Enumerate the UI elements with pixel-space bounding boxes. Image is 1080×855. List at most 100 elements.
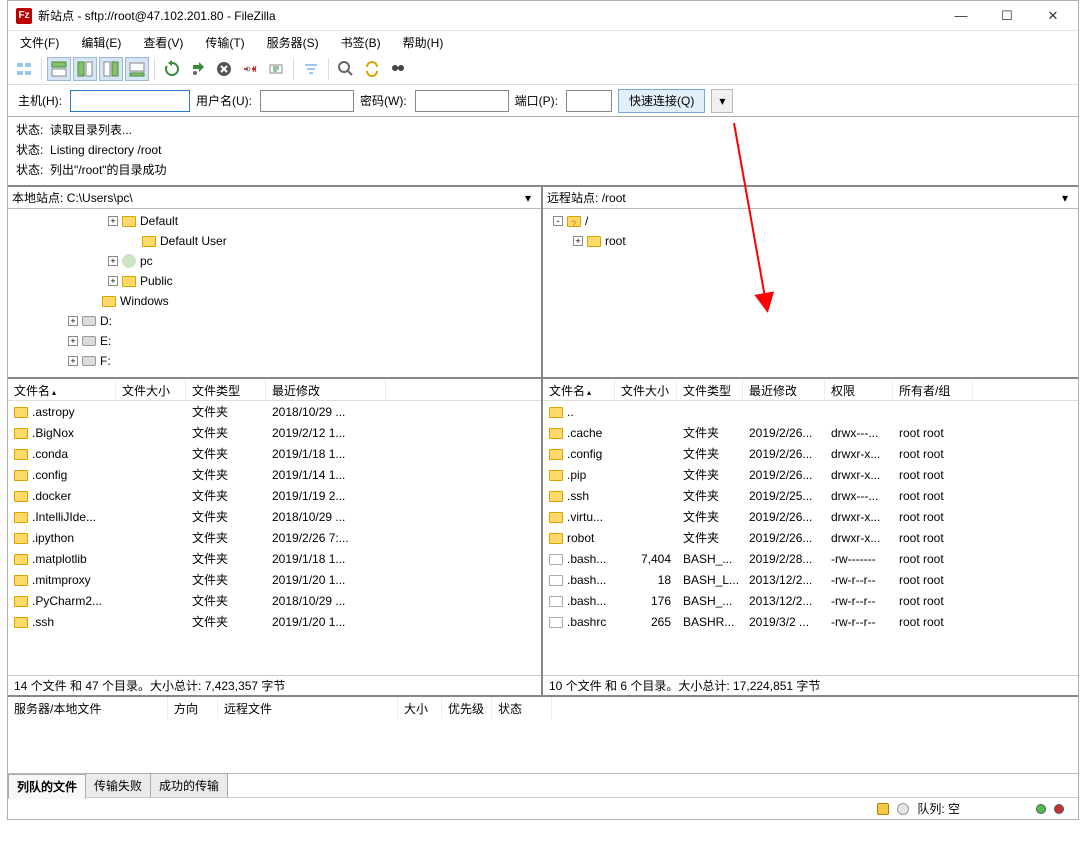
file-row[interactable]: .PyCharm2...文件夹2018/10/29 ... [8,590,541,611]
close-button[interactable]: ✕ [1030,2,1076,30]
cancel-icon[interactable] [212,57,236,81]
filter-icon[interactable] [299,57,323,81]
menubar: 文件(F) 编辑(E) 查看(V) 传输(T) 服务器(S) 书签(B) 帮助(… [8,31,1078,53]
col-type[interactable]: 文件类型 [677,379,743,400]
user-label: 用户名(U): [196,92,252,109]
col-size[interactable]: 文件大小 [615,379,677,400]
file-row[interactable]: robot文件夹2019/2/26...drwxr-x...root root [543,527,1078,548]
minimize-button[interactable]: — [938,2,984,30]
toggle-queue-icon[interactable] [125,57,149,81]
col-size[interactable]: 文件大小 [116,379,186,400]
tree-item[interactable]: +pc [12,251,537,271]
globe-icon[interactable] [897,803,909,815]
remote-path-input[interactable] [602,188,1056,208]
file-row[interactable]: .bash...7,404BASH_...2019/2/28...-rw----… [543,548,1078,569]
menu-server[interactable]: 服务器(S) [261,33,325,52]
pass-input[interactable] [415,90,509,112]
col-owner[interactable]: 所有者/组 [893,379,973,400]
reconnect-icon[interactable] [264,57,288,81]
tree-item[interactable]: +E: [12,331,537,351]
file-row[interactable]: .bash...176BASH_...2013/12/2...-rw-r--r-… [543,590,1078,611]
tab-queued[interactable]: 列队的文件 [8,774,86,799]
col-perms[interactable]: 权限 [825,379,893,400]
file-row[interactable]: .ipython文件夹2019/2/26 7:... [8,527,541,548]
maximize-button[interactable]: ☐ [984,2,1030,30]
file-row[interactable]: .bash...18BASH_L...2013/12/2...-rw-r--r-… [543,569,1078,590]
chevron-down-icon[interactable]: ▾ [1056,191,1074,205]
menu-bookmarks[interactable]: 书签(B) [335,33,387,52]
file-row[interactable]: .ssh文件夹2019/2/25...drwx---...root root [543,485,1078,506]
tree-item[interactable]: +D: [12,311,537,331]
search-icon[interactable] [386,57,410,81]
file-row[interactable]: .. [543,401,1078,422]
file-row[interactable]: .astropy文件夹2018/10/29 ... [8,401,541,422]
quick-connect-button[interactable]: 快速连接(Q) [618,89,705,113]
local-status: 14 个文件 和 47 个目录。大小总计: 7,423,357 字节 [8,675,541,695]
sync-browse-icon[interactable] [360,57,384,81]
tree-item[interactable]: +Public [12,271,537,291]
remote-file-list[interactable]: ...cache文件夹2019/2/26...drwx---...root ro… [543,401,1078,675]
window-title: 新站点 - sftp://root@47.102.201.80 - FileZi… [38,7,938,24]
file-row[interactable]: .config文件夹2019/2/26...drwxr-x...root roo… [543,443,1078,464]
file-row[interactable]: .BigNox文件夹2019/2/12 1... [8,422,541,443]
file-row[interactable]: .mitmproxy文件夹2019/1/20 1... [8,569,541,590]
file-row[interactable]: .IntelliJIde...文件夹2018/10/29 ... [8,506,541,527]
sort-asc-icon: ▴ [52,388,56,397]
tree-item[interactable]: +F: [12,351,537,371]
quick-connect-dropdown[interactable]: ▾ [711,89,733,113]
user-input[interactable] [260,90,354,112]
col-name[interactable]: 文件名▴ [8,379,116,400]
remote-site-row: 远程站点: ▾ [543,187,1078,209]
menu-edit[interactable]: 编辑(E) [75,33,127,52]
local-path-input[interactable] [67,188,519,208]
local-file-list[interactable]: .astropy文件夹2018/10/29 ....BigNox文件夹2019/… [8,401,541,675]
chevron-down-icon[interactable]: ▾ [519,191,537,205]
col-modified[interactable]: 最近修改 [743,379,825,400]
disconnect-icon[interactable] [238,57,262,81]
compare-icon[interactable] [334,57,358,81]
file-row[interactable]: .conda文件夹2019/1/18 1... [8,443,541,464]
local-list-header: 文件名▴ 文件大小 文件类型 最近修改 [8,379,541,401]
file-row[interactable]: .virtu...文件夹2019/2/26...drwxr-x...root r… [543,506,1078,527]
tree-item[interactable]: +root [547,231,1074,251]
queue-header: 服务器/本地文件 方向 远程文件 大小 优先级 状态 [8,697,1078,719]
file-row[interactable]: .config文件夹2019/1/14 1... [8,464,541,485]
refresh-icon[interactable] [160,57,184,81]
app-window: Fz 新站点 - sftp://root@47.102.201.80 - Fil… [7,0,1079,820]
menu-transfer[interactable]: 传输(T) [199,33,250,52]
tab-success[interactable]: 成功的传输 [150,773,228,798]
col-type[interactable]: 文件类型 [186,379,266,400]
tree-item[interactable]: Windows [12,291,537,311]
queue-tabs: 列队的文件 传输失败 成功的传输 [8,773,1078,797]
host-input[interactable] [70,90,190,112]
file-row[interactable]: .docker文件夹2019/1/19 2... [8,485,541,506]
file-row[interactable]: .ssh文件夹2019/1/20 1... [8,611,541,632]
footer: 队列: 空 [8,797,1078,819]
toggle-log-icon[interactable] [47,57,71,81]
process-queue-icon[interactable] [186,57,210,81]
tab-failed[interactable]: 传输失败 [85,773,151,798]
file-row[interactable]: .bashrc265BASHR...2019/3/2 ...-rw-r--r--… [543,611,1078,632]
file-row[interactable]: .matplotlib文件夹2019/1/18 1... [8,548,541,569]
toolbar [8,53,1078,85]
port-input[interactable] [566,90,612,112]
toggle-local-tree-icon[interactable] [73,57,97,81]
lock-icon[interactable] [877,803,889,815]
menu-help[interactable]: 帮助(H) [397,33,450,52]
menu-file[interactable]: 文件(F) [14,33,65,52]
tree-item[interactable]: Default User [12,231,537,251]
tree-item[interactable]: -/ [547,211,1074,231]
pass-label: 密码(W): [360,92,407,109]
menu-view[interactable]: 查看(V) [137,33,189,52]
file-row[interactable]: .pip文件夹2019/2/26...drwxr-x...root root [543,464,1078,485]
col-modified[interactable]: 最近修改 [266,379,386,400]
status-log[interactable]: 状态: 读取目录列表... 状态: Listing directory /roo… [8,117,1078,187]
remote-tree[interactable]: -/+root [543,209,1078,379]
site-manager-icon[interactable] [12,57,36,81]
col-name[interactable]: 文件名▴ [543,379,615,400]
local-tree[interactable]: +DefaultDefault User+pc+PublicWindows+D:… [8,209,541,379]
toggle-remote-tree-icon[interactable] [99,57,123,81]
file-row[interactable]: .cache文件夹2019/2/26...drwx---...root root [543,422,1078,443]
local-site-row: 本地站点: ▾ [8,187,541,209]
tree-item[interactable]: +Default [12,211,537,231]
